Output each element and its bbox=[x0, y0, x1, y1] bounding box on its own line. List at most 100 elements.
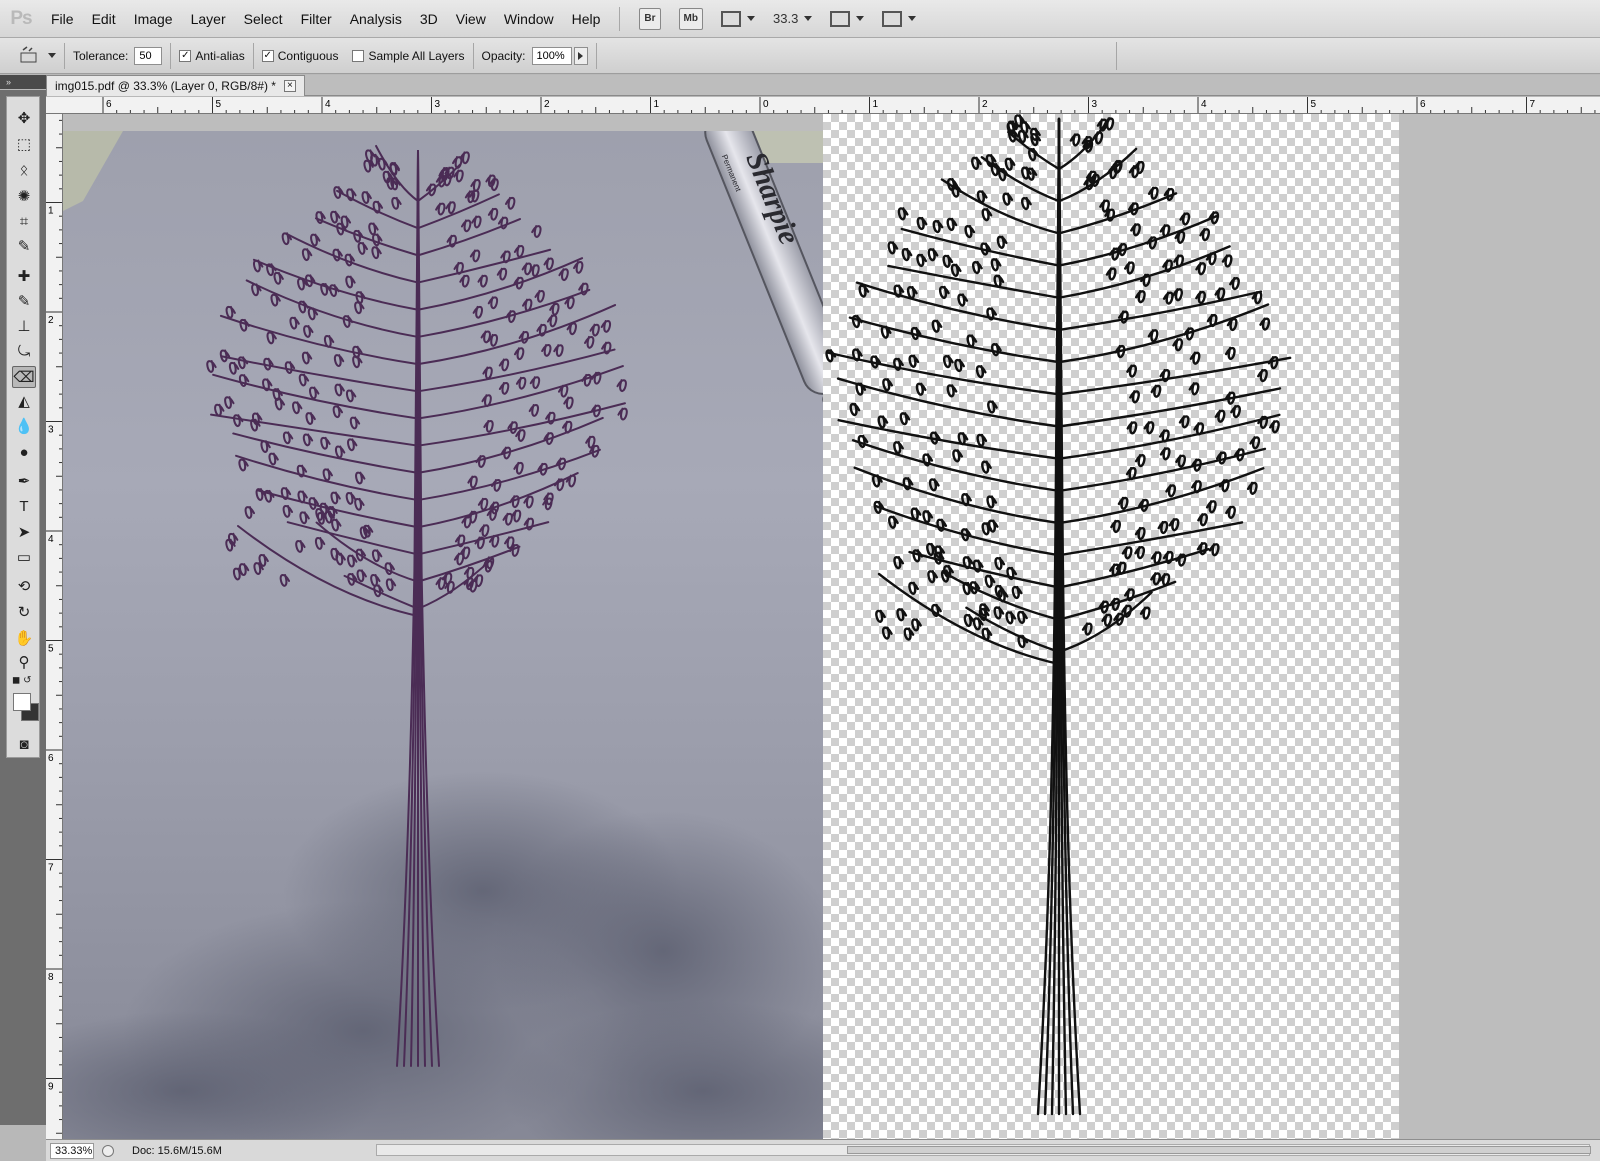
menu-help[interactable]: Help bbox=[563, 11, 610, 27]
close-icon[interactable]: × bbox=[283, 80, 296, 92]
healing-brush-tool-icon[interactable]: ✚ bbox=[12, 265, 36, 287]
sample-all-layers-label: Sample All Layers bbox=[368, 48, 465, 63]
tool-column: ✥ ⬚ ᛟ ✺ ⌗ ✎ ✚ ✎ ⊥ ⤿ ⌫ ◭ 💧 ● ✒ T ➤ ▭ ⟲ ↻ ✋ ⚲ ◙ ◼ ↺ bbox=[6, 96, 40, 758]
hand-tool-icon[interactable]: ✋ bbox=[12, 627, 36, 649]
photo-artwork: Sharpie Permanent bbox=[63, 131, 823, 1139]
history-brush-tool-icon[interactable]: ⤿ bbox=[12, 340, 36, 362]
move-tool-icon[interactable]: ✥ bbox=[12, 107, 36, 129]
crop-tool-icon[interactable]: ⌗ bbox=[12, 210, 36, 232]
ruler-label: 1 bbox=[654, 99, 660, 110]
dodge-tool-icon[interactable]: ● bbox=[12, 441, 36, 463]
document-tab-title: img015.pdf @ 33.3% (Layer 0, RGB/8#) * bbox=[55, 79, 276, 93]
arrow-right-icon bbox=[578, 51, 584, 60]
zoom-tool-icon[interactable]: ⚲ bbox=[12, 651, 36, 673]
sample-all-layers-checkbox[interactable]: Sample All Layers bbox=[352, 48, 465, 63]
dropdown-arrow-icon bbox=[856, 16, 865, 21]
lasso-tool-icon[interactable]: ᛟ bbox=[12, 159, 36, 181]
opacity-input[interactable] bbox=[531, 46, 572, 65]
magic-eraser-tool-icon[interactable]: ⌫ bbox=[12, 366, 36, 388]
ruler-label: 1 bbox=[48, 206, 54, 217]
ruler-label: 4 bbox=[1201, 99, 1207, 110]
options-separator bbox=[64, 42, 65, 69]
screen-mode-dropdown[interactable] bbox=[882, 10, 917, 27]
eyedropper-tool-icon[interactable]: ✎ bbox=[12, 235, 36, 257]
ruler-label: 6 bbox=[1420, 99, 1426, 110]
foreground-color-swatch[interactable] bbox=[13, 693, 31, 711]
quick-select-tool-icon[interactable]: ✺ bbox=[12, 185, 36, 207]
transparent-layer bbox=[823, 114, 1399, 1139]
options-separator bbox=[1116, 42, 1117, 70]
document-tab[interactable]: img015.pdf @ 33.3% (Layer 0, RGB/8#) * × bbox=[46, 75, 305, 96]
arrange-documents-dropdown[interactable] bbox=[830, 10, 865, 27]
path-select-tool-icon[interactable]: ➤ bbox=[12, 521, 36, 543]
menu-analysis[interactable]: Analysis bbox=[341, 11, 411, 27]
zoom-level-dropdown[interactable]: 33.3 bbox=[773, 11, 813, 26]
tree-drawing-black bbox=[825, 114, 1292, 1116]
brush-tool-icon[interactable]: ✎ bbox=[12, 290, 36, 312]
menu-window[interactable]: Window bbox=[495, 11, 563, 27]
ruler-label: 6 bbox=[48, 753, 54, 764]
antialias-checkbox[interactable]: ✓ Anti-alias bbox=[179, 48, 245, 63]
horizontal-ruler[interactable]: 6 5 4 3 2 1 0 1 2 3 4 5 6 7 bbox=[46, 97, 1600, 114]
document-tab-bar: img015.pdf @ 33.3% (Layer 0, RGB/8#) * × bbox=[46, 75, 1600, 96]
ruler-label: 7 bbox=[48, 863, 54, 874]
launch-minibridge-button[interactable]: Mb bbox=[678, 7, 703, 30]
ruler-label: 2 bbox=[48, 315, 54, 326]
ruler-label: 1 bbox=[873, 99, 879, 110]
menu-view[interactable]: View bbox=[447, 11, 495, 27]
contiguous-checkbox[interactable]: ✓ Contiguous bbox=[261, 48, 339, 63]
ruler-label: 2 bbox=[982, 99, 988, 110]
panel-collapse-strip[interactable]: » bbox=[0, 75, 46, 89]
rectangle-tool-icon[interactable]: ▭ bbox=[12, 546, 36, 568]
ruler-label: 5 bbox=[1311, 99, 1317, 110]
default-colors-icon[interactable]: ◼ ↺ bbox=[12, 675, 31, 686]
checkbox-checked-icon: ✓ bbox=[179, 49, 192, 62]
ruler-ticks: 6 5 4 3 2 1 0 1 2 3 4 5 6 7 bbox=[102, 97, 1596, 113]
menu-3d[interactable]: 3D bbox=[411, 11, 447, 27]
menu-items: File Edit Image Layer Select Filter Analysis 3D… bbox=[42, 11, 609, 27]
checkbox-checked-icon: ✓ bbox=[261, 49, 274, 62]
type-tool-icon[interactable]: T bbox=[12, 495, 36, 517]
scanned-photo: Sharpie Permanent bbox=[63, 131, 823, 1139]
launch-bridge-button[interactable]: Br bbox=[639, 7, 661, 30]
menu-filter[interactable]: Filter bbox=[292, 11, 341, 27]
menu-select[interactable]: Select bbox=[235, 11, 292, 27]
canvas-area[interactable]: Sharpie Permanent bbox=[63, 114, 1600, 1139]
antialias-label: Anti-alias bbox=[195, 48, 245, 63]
menu-file[interactable]: File bbox=[42, 11, 83, 27]
options-bar: Tolerance: ✓ Anti-alias ✓ Contiguous Sam… bbox=[0, 38, 1600, 74]
paint-bucket-tool-icon[interactable]: ◭ bbox=[12, 390, 36, 412]
status-info-icon[interactable] bbox=[102, 1144, 114, 1157]
tolerance-label: Tolerance: bbox=[73, 48, 129, 63]
options-separator bbox=[170, 42, 172, 69]
menu-layer[interactable]: Layer bbox=[182, 11, 235, 27]
document-info: Doc: 15.6M/15.6M bbox=[132, 1144, 222, 1157]
zoom-level-value: 33.3 bbox=[773, 11, 799, 26]
menu-image[interactable]: Image bbox=[125, 11, 182, 27]
foggy-forest bbox=[63, 771, 823, 1139]
arrange-documents-icon bbox=[830, 10, 851, 27]
menu-bar: Ps File Edit Image Layer Select Filter Analysi… bbox=[0, 0, 1600, 38]
horizontal-scrollbar[interactable] bbox=[376, 1144, 1591, 1156]
3d-rotate-tool-icon[interactable]: ⟲ bbox=[12, 575, 36, 597]
quick-mask-icon[interactable]: ◙ bbox=[12, 733, 36, 755]
ruler-label: 3 bbox=[435, 99, 441, 110]
dropdown-arrow-icon bbox=[908, 16, 917, 21]
tool-preset-picker[interactable] bbox=[18, 45, 56, 66]
3d-orbit-tool-icon[interactable]: ↻ bbox=[12, 601, 36, 623]
ruler-label: 5 bbox=[48, 644, 54, 655]
menu-edit[interactable]: Edit bbox=[83, 11, 125, 27]
view-extras-dropdown[interactable] bbox=[721, 10, 755, 27]
zoom-field[interactable]: 33.33% bbox=[50, 1142, 94, 1159]
tolerance-input[interactable] bbox=[134, 46, 163, 65]
marquee-tool-icon[interactable]: ⬚ bbox=[12, 133, 36, 155]
blur-tool-icon[interactable]: 💧 bbox=[12, 415, 36, 437]
collapse-arrows-icon: » bbox=[6, 77, 12, 87]
toolbox: ✥ ⬚ ᛟ ✺ ⌗ ✎ ✚ ✎ ⊥ ⤿ ⌫ ◭ 💧 ● ✒ T ➤ ▭ ⟲ ↻ ✋ ⚲ ◙ ◼ ↺ bbox=[0, 90, 46, 1125]
pen-tool-icon[interactable]: ✒ bbox=[12, 470, 36, 492]
opacity-slider-button[interactable] bbox=[573, 46, 588, 65]
scrollbar-thumb[interactable] bbox=[847, 1146, 1591, 1154]
contiguous-label: Contiguous bbox=[277, 48, 339, 63]
clone-stamp-tool-icon[interactable]: ⊥ bbox=[12, 315, 36, 337]
vertical-ruler[interactable]: 1 2 3 4 5 6 7 8 9 bbox=[46, 114, 63, 1139]
